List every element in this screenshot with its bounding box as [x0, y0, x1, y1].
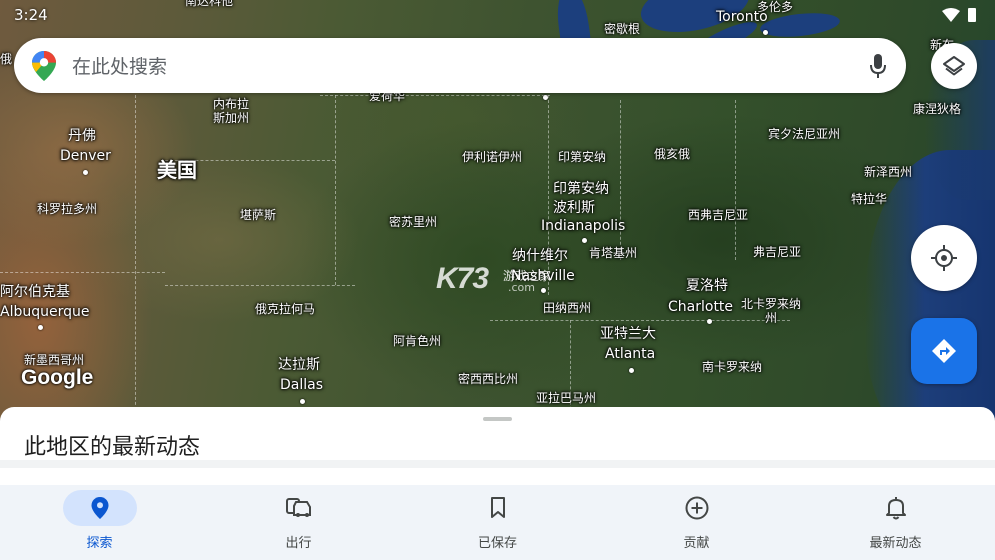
- map-label: 南卡罗来纳: [702, 360, 763, 374]
- sheet-title: 此地区的最新动态: [24, 435, 201, 460]
- maps-pin-logo-icon: [32, 51, 56, 81]
- city-dot: [763, 30, 768, 35]
- search-bar[interactable]: 在此处搜索: [14, 38, 906, 93]
- state-border: [735, 100, 736, 260]
- map-label: 俄亥俄: [654, 147, 691, 161]
- nav-tab-saved[interactable]: 已保存: [398, 485, 597, 560]
- watermark-domain: .com: [508, 281, 535, 294]
- nav-label: 出行: [285, 536, 312, 551]
- map-label: 内布拉 斯加州: [213, 97, 250, 125]
- map-label: 弗吉尼亚: [753, 245, 802, 259]
- nav-label: 已保存: [477, 536, 517, 551]
- map-label: Albuquerque: [0, 304, 90, 320]
- status-bar: 3:24: [0, 0, 995, 30]
- nav-tab-updates[interactable]: 最新动态: [796, 485, 995, 560]
- map-label: 西弗吉尼亚: [688, 208, 749, 222]
- battery-icon: [968, 8, 976, 22]
- nav-pill: [660, 490, 734, 526]
- map-label: 堪萨斯: [240, 208, 277, 222]
- nav-pill: [262, 490, 336, 526]
- search-input[interactable]: 在此处搜索: [72, 52, 167, 79]
- map-label: 印第安纳 波利斯: [553, 181, 609, 216]
- state-border: [320, 95, 550, 96]
- map-label: 亚特兰大: [600, 326, 656, 342]
- nav-label: 最新动态: [869, 536, 922, 551]
- map-label: 密西西比州: [458, 372, 519, 386]
- map-label: Charlotte: [668, 299, 734, 315]
- city-dot: [38, 325, 43, 330]
- city-dot: [582, 238, 587, 243]
- location-pin-icon: [91, 497, 108, 519]
- map-label: Denver: [60, 148, 111, 164]
- map-label: 新泽西州: [864, 165, 913, 179]
- nav-tab-contribute[interactable]: 贡献: [597, 485, 796, 560]
- state-border: [548, 95, 549, 295]
- city-dot: [541, 288, 546, 293]
- map-label: 纳什维尔: [512, 248, 568, 264]
- state-border: [0, 272, 165, 273]
- nav-pill: [461, 490, 535, 526]
- state-border: [135, 95, 136, 415]
- divider: [0, 460, 995, 468]
- city-dot: [707, 319, 712, 324]
- map-label: 田纳西州: [543, 301, 592, 315]
- map-label-country: 美国: [157, 158, 197, 182]
- map-label: 特拉华: [851, 192, 888, 206]
- map-label: 康涅狄格: [913, 102, 962, 116]
- map-label: 达拉斯: [278, 357, 320, 373]
- crosshair-icon: [931, 245, 957, 271]
- map-label: 伊利诺伊州: [462, 150, 523, 164]
- map-label: 宾夕法尼亚州: [768, 127, 841, 141]
- map-label: Dallas: [280, 377, 324, 393]
- nav-label: 贡献: [683, 536, 710, 551]
- nav-tab-explore[interactable]: 探索: [0, 485, 199, 560]
- city-dot: [83, 170, 88, 175]
- status-time: 3:24: [14, 6, 48, 24]
- map-label: 科罗拉多州: [37, 202, 98, 216]
- google-logo: Google: [21, 366, 94, 389]
- layers-button[interactable]: [931, 43, 977, 89]
- nav-pill: [62, 490, 137, 526]
- map-label: 阿尔伯克基: [0, 284, 70, 300]
- directions-icon: [932, 339, 956, 363]
- layers-icon: [943, 56, 965, 76]
- state-border: [335, 95, 336, 285]
- state-border: [165, 285, 355, 286]
- my-location-button[interactable]: [911, 225, 977, 291]
- map-label: 肯塔基州: [589, 246, 638, 260]
- map-label: 密苏里州: [389, 215, 438, 229]
- add-circle-icon: [685, 496, 708, 520]
- watermark-logo: K73: [436, 262, 489, 295]
- map-label: 俄克拉何马: [255, 302, 316, 316]
- map-label: 丹佛: [68, 128, 96, 144]
- city-dot: [300, 399, 305, 404]
- map-label: Atlanta: [605, 346, 656, 362]
- map-label: Indianapolis: [541, 218, 626, 234]
- map-label: 新墨西哥州: [24, 353, 85, 367]
- map-label: 亚拉巴马州: [536, 391, 597, 405]
- city-dot: [543, 95, 548, 100]
- microphone-icon[interactable]: [868, 52, 888, 80]
- map-label: 阿肯色州: [393, 334, 442, 348]
- wifi-icon: [942, 8, 960, 22]
- nav-label: 探索: [86, 536, 113, 551]
- bell-icon: [885, 497, 906, 520]
- bookmark-icon: [490, 497, 505, 518]
- nav-tab-go[interactable]: 出行: [199, 485, 398, 560]
- bottom-nav: 探索 出行 已保存 贡献 最新动态: [0, 485, 995, 560]
- state-border: [570, 320, 571, 420]
- map-label: 北卡罗来纳 州: [741, 297, 802, 325]
- map-label: 夏洛特: [686, 278, 728, 294]
- car-icon: [285, 498, 311, 517]
- directions-button[interactable]: [911, 318, 977, 384]
- nav-pill: [859, 490, 933, 526]
- sheet-drag-handle[interactable]: [483, 417, 512, 421]
- map-label: 俄: [0, 52, 13, 66]
- state-border: [620, 100, 621, 260]
- city-dot: [629, 368, 634, 373]
- map-label: 印第安纳: [558, 150, 607, 164]
